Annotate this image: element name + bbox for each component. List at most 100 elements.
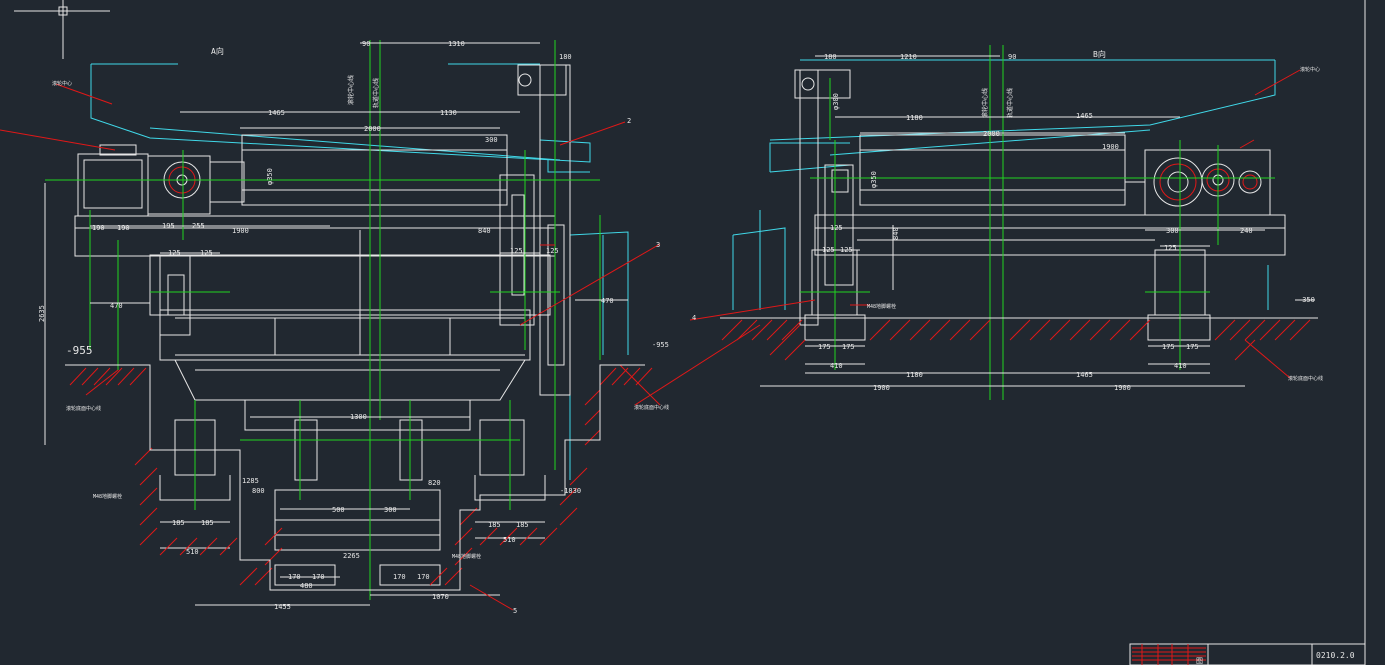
b-dim-1210: 1210: [900, 53, 917, 61]
b-dim-180: 180: [824, 53, 837, 61]
b-dim-1180: 1180: [906, 114, 923, 122]
a-dim-480: 480: [300, 582, 313, 590]
b-dim-240: 240: [1240, 227, 1253, 235]
a-dim-180: 180: [559, 53, 572, 61]
a-dim-1310: 1310: [448, 40, 465, 48]
a-leader-lines: [0, 83, 661, 611]
b-note-bolt: M48地脚螺栓: [867, 303, 896, 310]
b-dim-125d: 125: [1164, 244, 1177, 252]
a-view: A向 90 1310 180 1465 1130 2000 300 φ350 1…: [0, 40, 669, 615]
b-dim-phi350: φ350: [870, 171, 878, 188]
a-leader-3: 3: [656, 241, 660, 249]
b-view: B向 180 1210 90 φ300 1180 1465 2000 1900 …: [634, 45, 1323, 406]
b-dim-phi300: φ300: [832, 93, 840, 110]
a-center-lines: [45, 40, 601, 600]
a-dim-1465: 1465: [268, 109, 285, 117]
a-dim-190b: 190: [117, 224, 130, 232]
a-dim-500: 500: [332, 506, 345, 514]
a-note-rail-left: 滚轮底面中心线: [66, 405, 101, 412]
a-dim-125b: 125: [200, 249, 213, 257]
drawing-number: 0210.2.0: [1316, 651, 1355, 660]
a-note-bolt-1: M48地脚螺栓: [93, 493, 122, 500]
a-dim-820: 820: [428, 479, 441, 487]
a-note-bolt-2: M48地脚螺栓: [452, 553, 481, 560]
a-view-title: A向: [211, 46, 224, 56]
b-dim-1180b: 1180: [906, 371, 923, 379]
title-block-cell-label: 图: [1196, 657, 1203, 665]
a-dim-470b: 470: [601, 297, 614, 305]
a-leader-2: 2: [627, 117, 631, 125]
b-dim-1465: 1465: [1076, 112, 1093, 120]
a-dim-170b: 170: [312, 573, 325, 581]
b-dim-125a: 125: [830, 224, 843, 232]
a-dim-185d: 185: [516, 521, 529, 529]
b-dim-300: 300: [1166, 227, 1179, 235]
a-dim-300: 300: [485, 136, 498, 144]
a-dim-90: 90: [362, 40, 370, 48]
a-dim-phi350: φ350: [266, 168, 274, 185]
a-frame: [74, 215, 556, 431]
b-dim-175d: 175: [1186, 343, 1199, 351]
b-leader-4: 4: [692, 314, 696, 322]
a-note-rail-right: 滚轮底面中心线: [634, 404, 669, 411]
a-dim-170a: 170: [288, 573, 301, 581]
a-note-center-line-2: 轨道中心线: [372, 78, 380, 108]
b-dim-2000: 2000: [983, 130, 1000, 138]
a-dim-470a: 470: [110, 302, 123, 310]
b-dim-125c: 125: [840, 246, 853, 254]
a-dim-1070: 1070: [432, 593, 449, 601]
b-dim-1900c: 1900: [1114, 384, 1131, 392]
a-dim-195: 195: [162, 222, 175, 230]
a-dim-2635: 2635: [38, 305, 46, 322]
cad-drawing-canvas[interactable]: 图 0210.2.0 A向 90 1310 180 1465 1130 2000…: [0, 0, 1385, 665]
b-dim-1900: 1900: [1102, 143, 1119, 151]
b-note-center-line-2: 轨道中心线: [1006, 88, 1014, 118]
b-frame: [804, 214, 1286, 341]
a-bearing-columns: [159, 64, 571, 396]
b-dim-1465b: 1465: [1076, 371, 1093, 379]
a-dim-125d: 125: [546, 247, 559, 255]
a-dim-1455: 1455: [274, 603, 291, 611]
a-dim-510b: 510: [503, 536, 516, 544]
a-dim-2000: 2000: [364, 125, 381, 133]
a-leader-5: 5: [513, 607, 517, 615]
a-level-1830: -1830: [560, 487, 581, 495]
b-leader-lines: [634, 69, 1301, 406]
a-note-mark-top-left: 滚轮中心: [52, 80, 72, 87]
b-dim-175c: 175: [1162, 343, 1175, 351]
b-dim-125b: 125: [822, 246, 835, 254]
a-view-texts: 90 1310 180 1465 1130 2000 300 φ350 190 …: [38, 40, 669, 615]
a-dim-125c: 125: [510, 247, 523, 255]
b-level-350: -350: [1298, 296, 1315, 304]
a-dim-510a: 510: [186, 548, 199, 556]
b-hanger-column: [794, 69, 854, 326]
a-dim-800: 800: [252, 487, 265, 495]
a-note-center-line-1: 滚轮中心线: [347, 75, 355, 105]
a-dim-300b: 300: [384, 506, 397, 514]
title-block: 图 0210.2.0: [1129, 643, 1366, 665]
a-dim-170d: 170: [417, 573, 430, 581]
a-dim-185c: 185: [488, 521, 501, 529]
a-dim-255: 255: [192, 222, 205, 230]
a-dim-1300: 1300: [350, 413, 367, 421]
a-dim-1900: 1900: [232, 227, 249, 235]
b-note-rail: 滚轮底面中心线: [1288, 375, 1323, 382]
a-dim-1285: 1285: [242, 477, 259, 485]
b-dim-175b: 175: [842, 343, 855, 351]
a-dim-185b: 185: [201, 519, 214, 527]
b-dim-1900b: 1900: [873, 384, 890, 392]
a-dim-125a: 125: [168, 249, 181, 257]
b-dim-90: 90: [1008, 53, 1016, 61]
ucs-crosshair-icon: [14, 0, 110, 59]
b-view-title: B向: [1093, 49, 1106, 59]
a-level-955-right: -955: [652, 341, 669, 349]
a-dim-2265: 2265: [343, 552, 360, 560]
b-dim-410b: 410: [1174, 362, 1187, 370]
b-center-lines: [800, 45, 1275, 400]
b-dim-840: 840: [892, 227, 900, 240]
a-dim-190: 190: [92, 224, 105, 232]
a-dim-185a: 185: [172, 519, 185, 527]
a-dim-840: 840: [478, 227, 491, 235]
b-note-mark-top-right: 滚轮中心: [1300, 66, 1320, 73]
a-dimension-lines: [44, 42, 628, 606]
